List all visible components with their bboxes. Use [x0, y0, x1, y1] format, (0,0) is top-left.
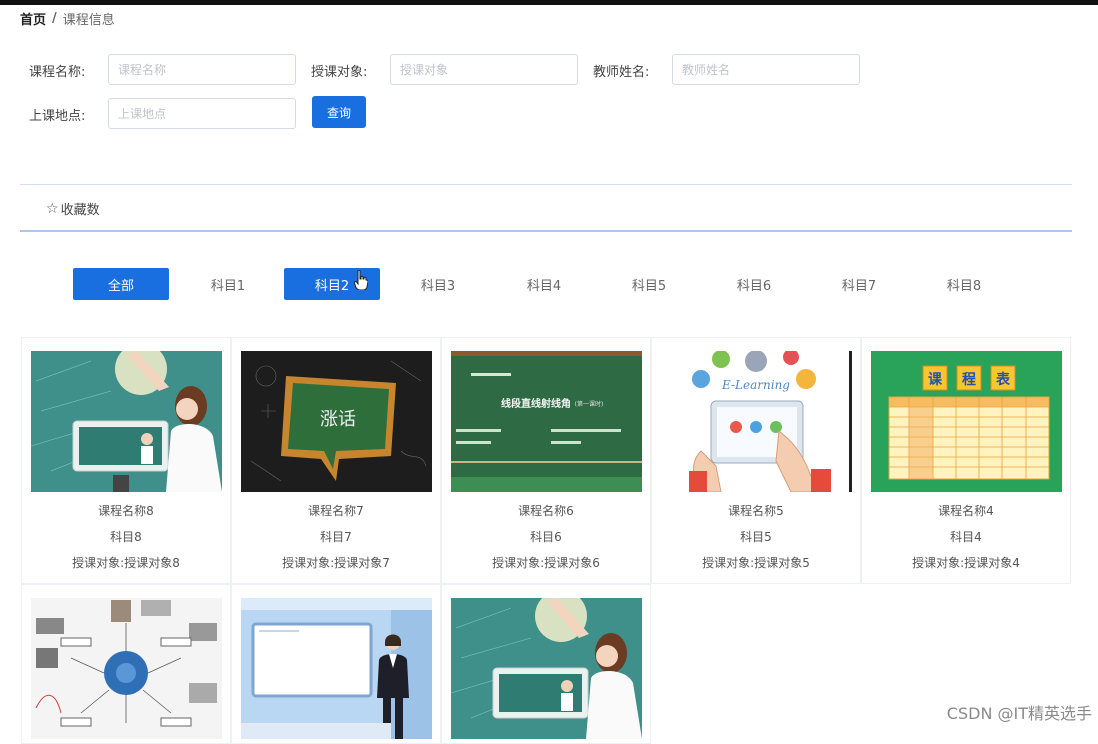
teacher-input[interactable] — [672, 54, 860, 85]
course-name-input[interactable] — [108, 54, 296, 85]
course-name: 课程名称5 — [728, 504, 784, 518]
csdn-watermark: CSDN @IT精英选手 — [946, 704, 1092, 723]
section-divider-top — [20, 184, 1072, 185]
course-thumbnail: 线段直线射线角 (第一课时) — [451, 351, 642, 492]
course-audience: 授课对象:授课对象4 — [912, 556, 1020, 570]
category-label: 科目7 — [841, 278, 877, 294]
course-audience: 授课对象:授课对象7 — [282, 556, 390, 570]
course-card[interactable]: 涨话 课程名称7 科目7 授课对象:授课对象7 — [231, 337, 441, 584]
sort-favorites[interactable]: ☆ 收藏数 — [46, 199, 100, 219]
location-input[interactable] — [108, 98, 296, 129]
sort-label: 收藏数 — [60, 203, 100, 218]
audience-input[interactable] — [390, 54, 578, 85]
course-thumbnail — [31, 598, 222, 739]
course-name: 课程名称6 — [518, 504, 574, 518]
course-name: 课程名称8 — [98, 504, 154, 518]
section-divider-bottom — [20, 230, 1072, 232]
course-audience: 授课对象:授课对象6 — [492, 556, 600, 570]
category-label: 科目2 — [314, 278, 350, 294]
course-card[interactable]: E-Learning 课程名称5 科目5 授课对象:授课对象5 — [651, 337, 861, 584]
course-thumbnail — [451, 598, 642, 739]
course-thumbnail — [31, 351, 222, 492]
category-tab-7[interactable]: 科目7 — [811, 268, 907, 300]
hand-cursor-icon — [354, 270, 368, 290]
course-thumbnail: 课 程 表 — [871, 351, 1062, 492]
category-label: 科目8 — [946, 278, 982, 294]
breadcrumb-current: 课程信息 — [62, 13, 115, 28]
top-bar — [0, 0, 1098, 5]
thumbnail-text: 涨话 — [320, 409, 356, 430]
breadcrumb: 首页 / 课程信息 — [20, 9, 115, 28]
category-tab-4[interactable]: 科目4 — [496, 268, 592, 300]
category-label: 科目4 — [526, 278, 562, 294]
course-thumbnail: 涨话 — [241, 351, 432, 492]
category-tab-all[interactable]: 全部 — [73, 268, 169, 300]
category-label: 科目6 — [736, 278, 772, 294]
thumbnail-text: 线段直线射线角 — [501, 397, 571, 410]
course-card[interactable] — [21, 584, 231, 744]
course-subject: 科目5 — [740, 530, 772, 544]
star-outline-icon: ☆ — [46, 200, 59, 217]
thumbnail-text: 表 — [995, 371, 1011, 388]
course-subject: 科目7 — [320, 530, 352, 544]
course-subject: 科目8 — [110, 530, 142, 544]
course-name: 课程名称4 — [938, 504, 994, 518]
course-card[interactable] — [441, 584, 651, 744]
category-tab-5[interactable]: 科目5 — [601, 268, 697, 300]
course-card[interactable] — [231, 584, 441, 744]
category-tab-8[interactable]: 科目8 — [916, 268, 1012, 300]
course-audience: 授课对象:授课对象5 — [702, 556, 810, 570]
course-thumbnail — [241, 598, 432, 739]
course-audience: 授课对象:授课对象8 — [72, 556, 180, 570]
category-tab-1[interactable]: 科目1 — [180, 268, 276, 300]
course-card[interactable]: 线段直线射线角 (第一课时) 课程名称6 科目6 授课对象:授课对象6 — [441, 337, 651, 584]
course-subject: 科目4 — [950, 530, 982, 544]
course-card[interactable]: 课 程 表 课程名称4 科目4 授课对象:授课对象4 — [861, 337, 1071, 584]
course-name: 课程名称7 — [308, 504, 364, 518]
category-label: 全部 — [107, 278, 134, 294]
breadcrumb-separator: / — [52, 11, 57, 26]
breadcrumb-home[interactable]: 首页 — [20, 9, 46, 28]
course-name-label: 课程名称: — [29, 65, 86, 80]
category-tab-3[interactable]: 科目3 — [390, 268, 486, 300]
teacher-label: 教师姓名: — [593, 65, 650, 80]
thumbnail-text: 程 — [962, 372, 976, 388]
audience-label: 授课对象: — [311, 65, 368, 80]
category-label: 科目1 — [210, 278, 246, 294]
category-label: 科目3 — [420, 278, 456, 294]
query-button[interactable]: 查询 — [312, 96, 366, 128]
course-card[interactable]: 课程名称8 科目8 授课对象:授课对象8 — [21, 337, 231, 584]
thumbnail-text: E-Learning — [721, 378, 790, 392]
category-label: 科目5 — [631, 278, 667, 294]
category-tab-6[interactable]: 科目6 — [706, 268, 802, 300]
course-subject: 科目6 — [530, 530, 562, 544]
thumbnail-text: 课 — [928, 372, 943, 388]
thumbnail-subtext: (第一课时) — [575, 400, 604, 408]
location-label: 上课地点: — [29, 109, 86, 124]
course-thumbnail: E-Learning — [661, 351, 852, 492]
